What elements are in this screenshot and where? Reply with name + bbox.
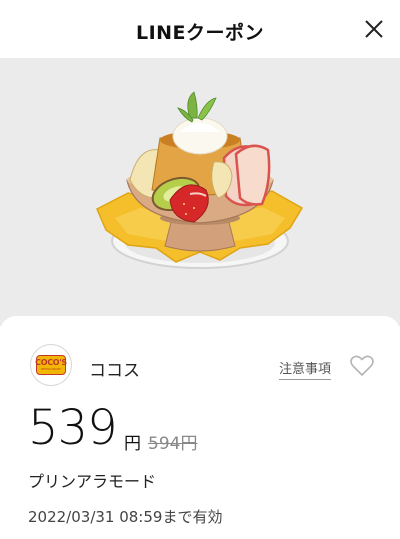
price-unit: 円 bbox=[124, 434, 141, 454]
app-header: LINEクーポン bbox=[0, 0, 400, 58]
close-icon[interactable] bbox=[362, 17, 386, 41]
cocos-logo-badge: COCO'S RESTAURANT bbox=[35, 355, 67, 375]
original-price: 594円 bbox=[148, 434, 198, 454]
product-image bbox=[0, 58, 400, 326]
store-name: ココス bbox=[89, 361, 140, 381]
store-logo: COCO'S RESTAURANT bbox=[30, 344, 72, 386]
header-title: LINEクーポン bbox=[135, 22, 265, 44]
heart-outline-icon[interactable] bbox=[349, 354, 375, 378]
product-name: プリンアラモード bbox=[28, 472, 157, 491]
logo-text: COCO'S bbox=[35, 358, 67, 367]
pudding-illustration bbox=[96, 91, 304, 269]
coupon-price: 539 bbox=[28, 400, 118, 456]
notes-link[interactable]: 注意事項 bbox=[279, 358, 332, 380]
coupon-card: COCO'S RESTAURANT ココス 注意事項 539 円 594円 プリ… bbox=[0, 316, 400, 539]
logo-subtext: RESTAURANT bbox=[41, 367, 61, 371]
expiry-date: 2022/03/31 08:59まで有効 bbox=[28, 508, 223, 526]
